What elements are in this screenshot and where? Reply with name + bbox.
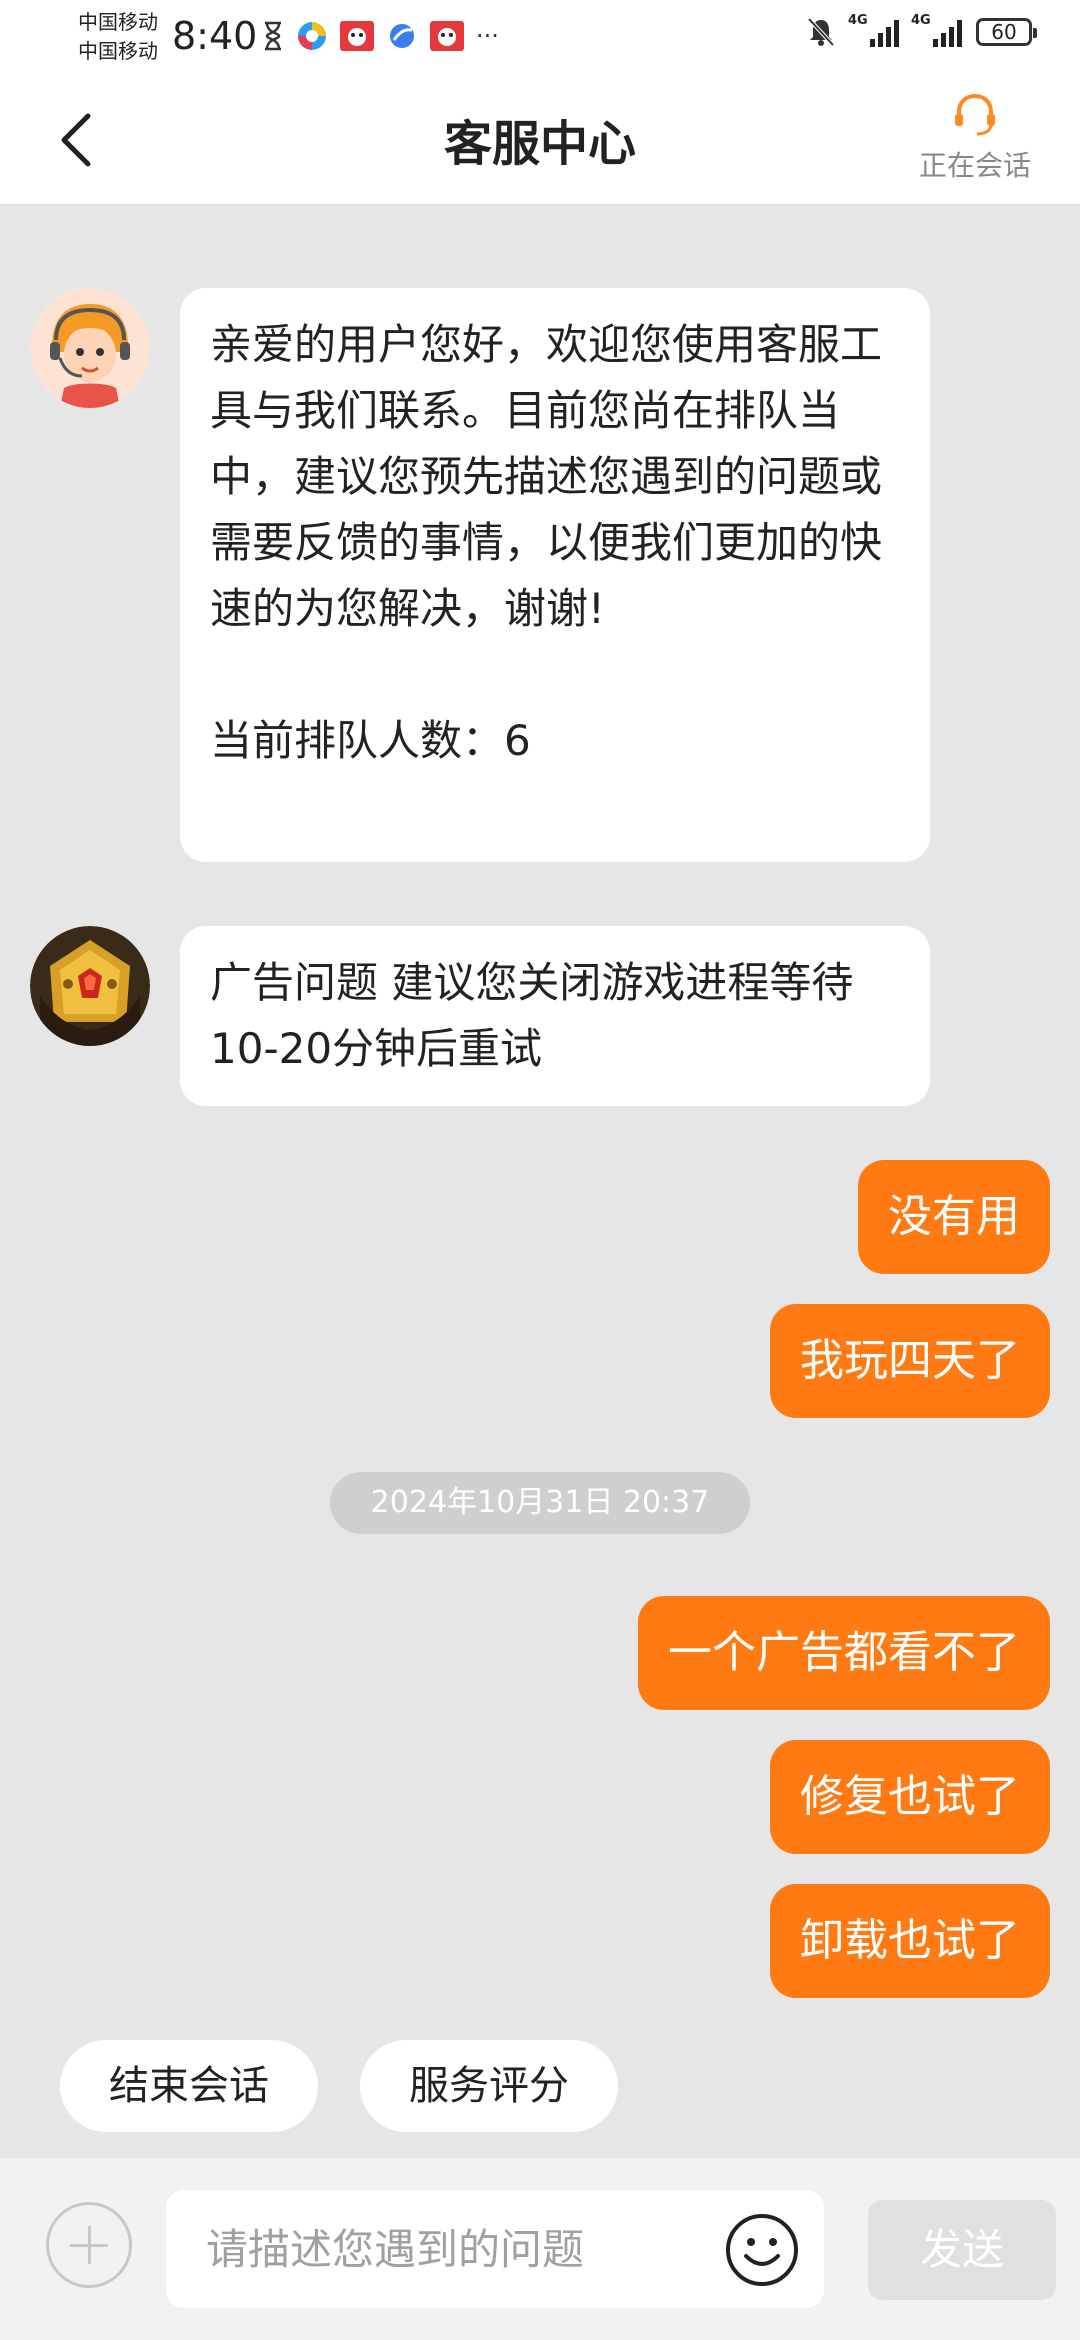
headset-icon [955, 93, 995, 136]
signal-icon-2: 4G [911, 13, 962, 47]
signal-icon-1: 4G [848, 13, 899, 47]
user-message-bubble: 修复也试了 [770, 1740, 1050, 1854]
user-message-bubble: 一个广告都看不了 [638, 1596, 1050, 1710]
user-message-bubble: 卸载也试了 [770, 1884, 1050, 1998]
system-status: 4G 4G 60 [806, 13, 1037, 48]
bell-muted-icon [807, 17, 835, 47]
welcome-message-bubble: 亲爱的用户您好，欢迎您使用客服工具与我们联系。目前您尚在排队当中，建议您预先描述… [180, 288, 930, 862]
carrier-1: 中国移动 [78, 10, 158, 34]
queue-count-text: 当前排队人数：6 [210, 716, 531, 765]
agent-avatar [30, 926, 150, 1046]
jd-app-icon-2 [430, 21, 464, 51]
support-bot-avatar [30, 288, 150, 408]
end-session-button[interactable]: 结束会话 [60, 2040, 318, 2132]
add-attachment-icon[interactable] [46, 2202, 132, 2288]
emoji-icon[interactable] [724, 2212, 800, 2288]
user-message-bubble: 我玩四天了 [770, 1304, 1050, 1418]
battery-icon: 60 [976, 18, 1037, 46]
game-character-avatar-icon [30, 926, 150, 1046]
app-header: 客服中心 正在会话 [0, 74, 1080, 205]
user-message-bubble: 没有用 [858, 1160, 1050, 1274]
carrier-2: 中国移动 [78, 39, 158, 63]
agent-reply-bubble: 广告问题 建议您关闭游戏进程等待10-20分钟后重试 [180, 926, 930, 1106]
network-type-2: 4G [911, 13, 931, 28]
send-button[interactable]: 发送 [868, 2200, 1056, 2300]
notification-icons: ··· [262, 18, 499, 54]
browser-icon [390, 24, 414, 48]
session-status-label: 正在会话 [918, 149, 1031, 182]
app-notification-icon [298, 22, 326, 50]
session-status[interactable]: 正在会话 [910, 92, 1040, 184]
welcome-message-text: 亲爱的用户您好，欢迎您使用客服工具与我们联系。目前您尚在排队当中，建议您预先描述… [210, 320, 883, 633]
network-type-1: 4G [848, 13, 868, 28]
message-input-bar: 发送 [0, 2158, 1080, 2340]
message-timestamp: 2024年10月31日 20:37 [330, 1472, 750, 1534]
status-bar: 中国移动 中国移动 8:40 ··· 4G 4G 60 [0, 0, 1080, 74]
clock: 8:40 [172, 14, 258, 58]
jd-app-icon [340, 21, 374, 51]
carrier-labels: 中国移动 中国移动 [78, 8, 158, 66]
rate-service-button[interactable]: 服务评分 [360, 2040, 618, 2132]
more-notifications: ··· [476, 22, 499, 50]
agent-reply-text: 广告问题 建议您关闭游戏进程等待10-20分钟后重试 [210, 958, 854, 1073]
hourglass-icon [265, 21, 281, 51]
support-agent-avatar-icon [30, 288, 150, 408]
